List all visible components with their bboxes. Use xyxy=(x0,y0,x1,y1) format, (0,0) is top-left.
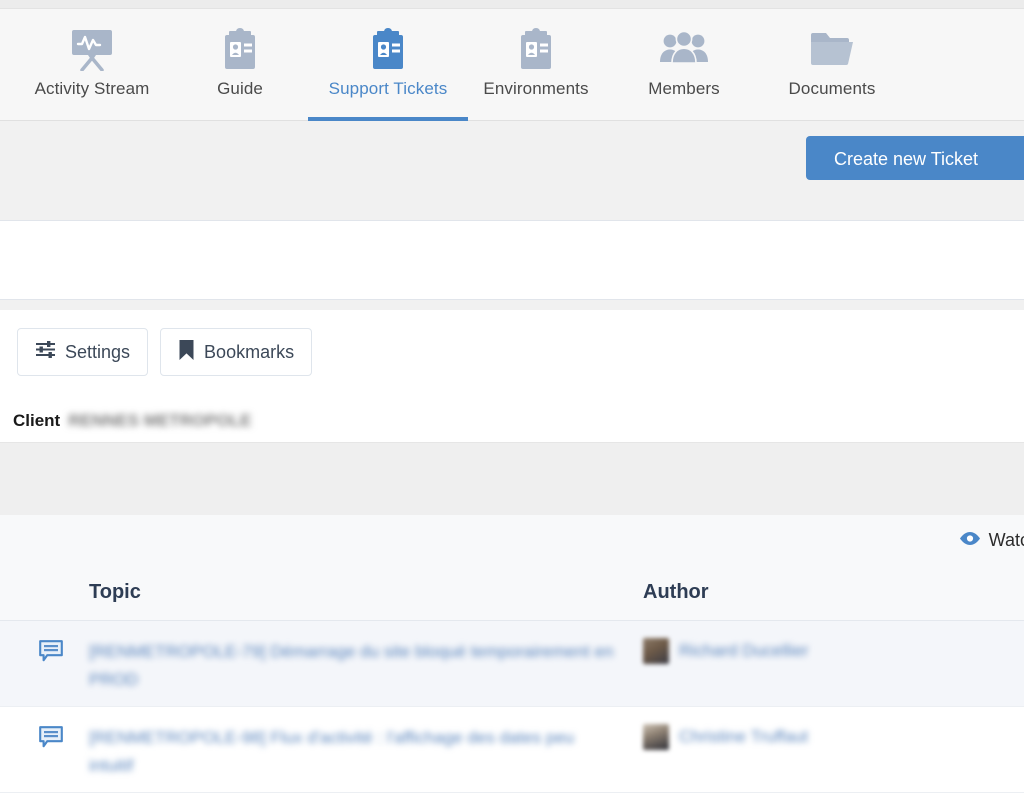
comment-icon xyxy=(0,724,63,753)
watch-label: Watch xyxy=(988,529,1024,550)
sliders-icon xyxy=(35,340,56,364)
nav-item-activity-stream[interactable]: Activity Stream xyxy=(18,9,166,121)
comment-icon xyxy=(0,638,63,667)
topic-cell: [RENMETROPOLE-98] Flux d'activité : l'af… xyxy=(0,707,631,792)
active-tab-underline xyxy=(308,117,468,121)
avatar xyxy=(643,724,669,750)
tickets-table: Topic Author [RENMETROPOLE-79] Démarrage… xyxy=(0,565,1024,793)
eye-icon xyxy=(959,530,981,551)
settings-label: Settings xyxy=(65,341,131,362)
nav-label: Documents xyxy=(788,79,876,98)
client-label: Client xyxy=(13,411,61,430)
ticket-topic-link[interactable]: [RENMETROPOLE-79] Démarrage du site bloq… xyxy=(89,638,617,694)
nav-item-support-tickets[interactable]: Support Tickets xyxy=(308,9,468,121)
people-icon xyxy=(658,28,710,70)
clipboard-icon xyxy=(368,28,408,70)
watch-row: Watch xyxy=(0,515,1024,565)
topic-cell: [RENMETROPOLE-79] Démarrage du site bloq… xyxy=(0,621,631,706)
author-cell: Richard Ducellier xyxy=(631,621,931,677)
bookmark-icon xyxy=(178,339,195,366)
ticket-topic-link[interactable]: [RENMETROPOLE-98] Flux d'activité : l'af… xyxy=(89,724,617,780)
avatar xyxy=(643,638,669,664)
nav-label: Activity Stream xyxy=(34,79,150,98)
activity-stream-icon xyxy=(69,28,115,71)
column-header-author[interactable]: Author xyxy=(631,581,931,604)
author-cell: Christine Truffaut xyxy=(631,707,931,763)
nav-item-documents[interactable]: Documents xyxy=(758,9,906,121)
separator-band xyxy=(0,442,1024,517)
action-bar: Create new Ticket xyxy=(0,122,1024,212)
watch-button[interactable]: Watch xyxy=(959,530,1024,551)
column-header-topic[interactable]: Topic xyxy=(0,581,631,604)
table-row[interactable]: [RENMETROPOLE-79] Démarrage du site bloq… xyxy=(0,621,1024,707)
client-name: RENNES METROPOLE xyxy=(68,411,252,430)
nav-item-members[interactable]: Members xyxy=(610,9,758,121)
nav-label: Support Tickets xyxy=(328,79,448,98)
primary-navigation: Activity Stream Guide Support Tickets En… xyxy=(0,9,1024,121)
folder-icon xyxy=(808,28,856,70)
clipboard-icon xyxy=(220,28,260,70)
clipboard-icon xyxy=(516,28,556,70)
page-root: Activity Stream Guide Support Tickets En… xyxy=(0,0,1024,793)
create-new-ticket-button[interactable]: Create new Ticket xyxy=(806,136,1024,180)
bookmarks-label: Bookmarks xyxy=(204,341,295,362)
filter-panel xyxy=(0,220,1024,300)
nav-item-guide[interactable]: Guide xyxy=(166,9,314,121)
nav-label: Guide xyxy=(217,79,263,98)
toolbar: Settings Bookmarks xyxy=(17,328,313,376)
settings-button[interactable]: Settings xyxy=(17,328,149,376)
nav-item-environments[interactable]: Environments xyxy=(462,9,610,121)
author-link[interactable]: Christine Truffaut xyxy=(679,723,808,751)
toolbar-section: Settings Bookmarks xyxy=(0,310,1024,400)
bookmarks-button[interactable]: Bookmarks xyxy=(160,328,313,376)
nav-label: Members xyxy=(648,79,720,98)
client-row: Client RENNES METROPOLE xyxy=(0,400,1024,442)
table-row[interactable]: [RENMETROPOLE-98] Flux d'activité : l'af… xyxy=(0,707,1024,793)
table-header-row: Topic Author xyxy=(0,565,1024,621)
top-strip xyxy=(0,0,1024,9)
nav-label: Environments xyxy=(483,79,589,98)
author-link[interactable]: Richard Ducellier xyxy=(679,637,808,665)
